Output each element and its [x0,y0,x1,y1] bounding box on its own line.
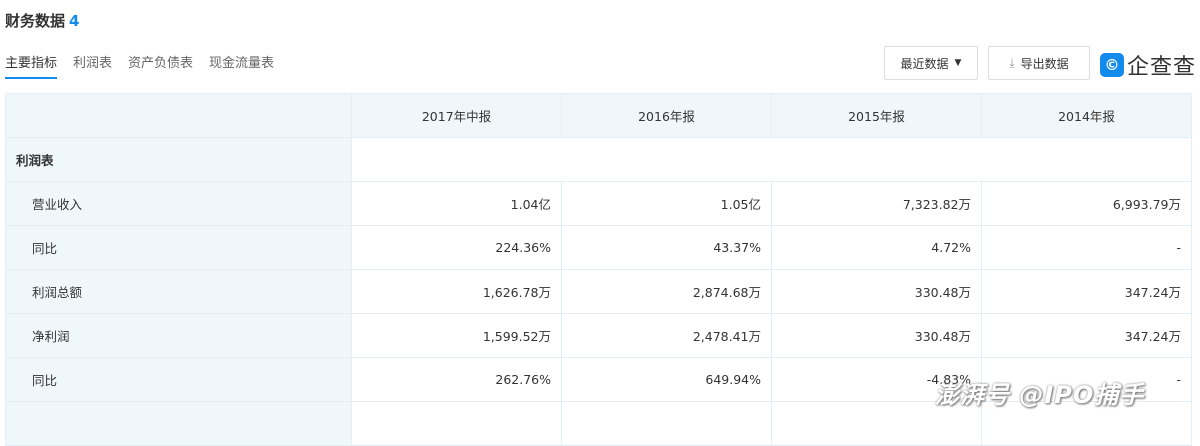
cell: 262.76% [351,357,562,402]
cell: 43.37% [561,225,772,270]
cell: 7,323.82万 [771,181,982,226]
table-row: 利润总额 1,626.78万 2,874.68万 330.48万 347.24万 [5,269,1192,314]
table-row: 营业收入 1.04亿 1.05亿 7,323.82万 6,993.79万 [5,181,1192,226]
cell [561,401,772,446]
tab-cash-flow[interactable]: 现金流量表 [209,52,274,79]
column-header: 2016年报 [561,93,772,138]
table-row: 同比 224.36% 43.37% 4.72% - [5,225,1192,270]
cell: 4.72% [771,225,982,270]
tab-bar: 主要指标 利润表 资产负债表 现金流量表 [5,52,274,79]
row-label: 营业收入 [5,181,352,226]
cell: 1.05亿 [561,181,772,226]
cell: 330.48万 [771,313,982,358]
row-label: 净利润 [5,313,352,358]
count-badge: 4 [69,12,80,30]
tab-income-statement[interactable]: 利润表 [73,52,112,79]
page-title: 财务数据 4 [5,10,79,31]
period-select[interactable]: 最近数据 ▼ [884,46,978,80]
cell: 330.48万 [771,269,982,314]
export-button[interactable]: ⤓ 导出数据 [988,46,1090,80]
cell: 6,993.79万 [981,181,1192,226]
column-header: 2014年报 [981,93,1192,138]
cell: 2,478.41万 [561,313,772,358]
brand-logo: © 企查查 [1100,49,1196,81]
qcc-logo-icon: © [1100,53,1124,77]
section-label: 利润表 [5,137,352,182]
cell: - [981,225,1192,270]
cell: 347.24万 [981,269,1192,314]
row-label: 同比 [5,225,352,270]
column-header: 2017年中报 [351,93,562,138]
export-label: 导出数据 [1020,56,1069,71]
section-spacer [351,137,1192,182]
cell: 347.24万 [981,313,1192,358]
tab-balance-sheet[interactable]: 资产负债表 [128,52,193,79]
download-icon: ⤓ [1009,55,1015,70]
brand-text: 企查查 [1127,55,1197,80]
column-header: 2015年报 [771,93,982,138]
cell: 1,626.78万 [351,269,562,314]
period-select-label: 最近数据 [900,56,949,71]
cell: 1,599.52万 [351,313,562,358]
table-header-row: 2017年中报 2016年报 2015年报 2014年报 [5,93,1192,138]
cell: 2,874.68万 [561,269,772,314]
caret-down-icon: ▼ [954,58,962,68]
section-row: 利润表 [5,137,1192,182]
cell: 224.36% [351,225,562,270]
cell: 1.04亿 [351,181,562,226]
row-label [5,401,352,446]
row-label: 利润总额 [5,269,352,314]
header-empty [5,93,352,138]
cell [351,401,562,446]
title-text: 财务数据 [5,12,66,30]
row-label: 同比 [5,357,352,402]
watermark: 澎湃号 @IPO捕手 [935,381,1145,409]
table-row: 净利润 1,599.52万 2,478.41万 330.48万 347.24万 [5,313,1192,358]
cell: 649.94% [561,357,772,402]
tab-main-indicators[interactable]: 主要指标 [5,52,58,79]
